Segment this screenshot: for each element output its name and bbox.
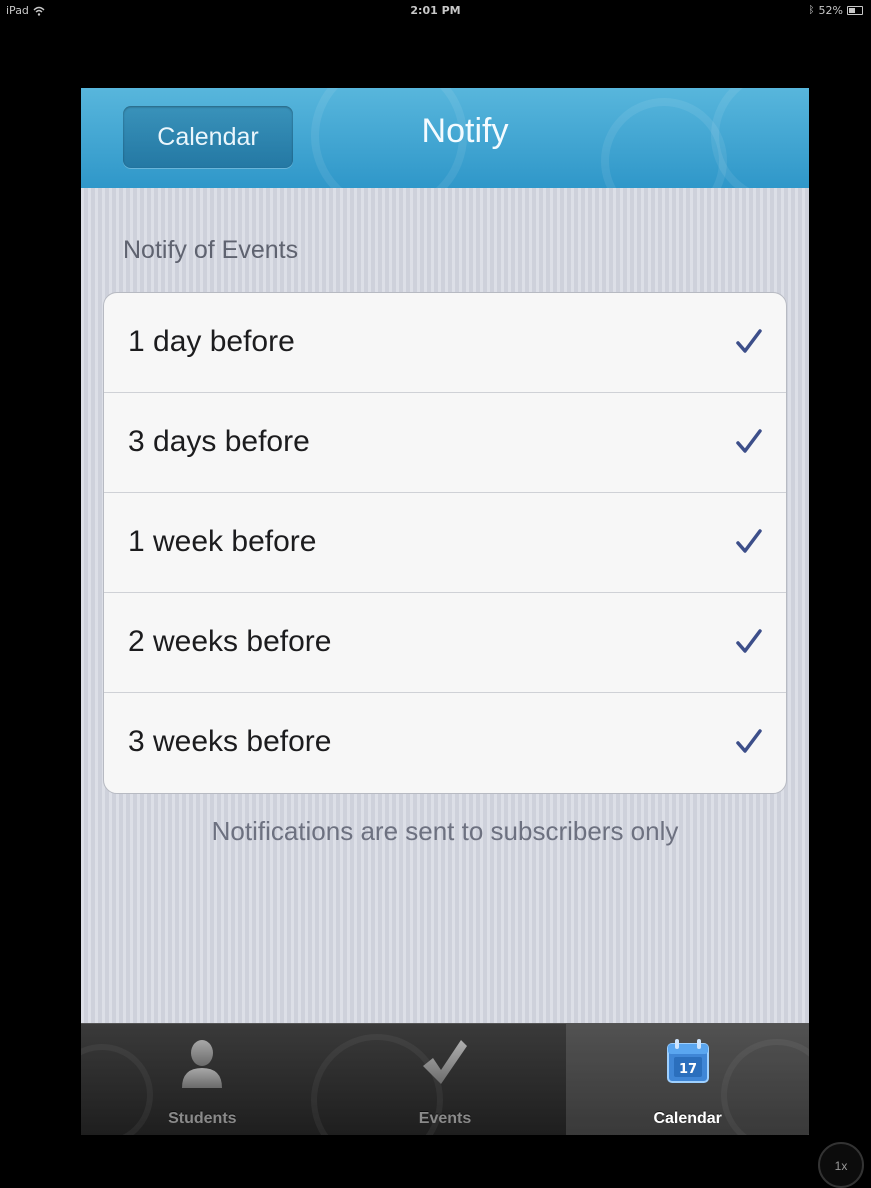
option-label: 1 week before xyxy=(128,525,317,558)
status-bar: iPad 2:01 PM ᛒ 52% xyxy=(0,0,871,22)
bluetooth-icon: ᛒ xyxy=(808,5,815,16)
person-icon xyxy=(182,1040,223,1088)
checkmark-icon xyxy=(736,529,762,553)
tab-label: Events xyxy=(418,1110,472,1127)
option-row-2-weeks[interactable]: 2 weeks before xyxy=(104,593,786,693)
option-row-3-weeks[interactable]: 3 weeks before xyxy=(104,693,786,793)
tab-bar: Students Events 17 Calendar xyxy=(81,1023,809,1135)
option-label: 2 weeks before xyxy=(128,625,332,658)
status-right: ᛒ 52% xyxy=(809,4,863,17)
tab-label: Calendar xyxy=(653,1110,722,1127)
tab-events[interactable]: Events xyxy=(324,1024,567,1135)
tab-students[interactable]: Students xyxy=(81,1024,324,1135)
calendar-icon: 17 xyxy=(666,1039,709,1083)
tab-label: Students xyxy=(168,1110,237,1127)
option-row-3-days[interactable]: 3 days before xyxy=(104,393,786,493)
option-label: 3 weeks before xyxy=(128,725,332,758)
section-header: Notify of Events xyxy=(123,236,299,264)
option-row-1-day[interactable]: 1 day before xyxy=(104,293,786,393)
page-title: Notify xyxy=(421,112,509,150)
navigation-bar: Calendar Notify xyxy=(81,88,809,188)
battery-icon xyxy=(847,6,863,15)
checkmark-icon xyxy=(736,629,762,653)
option-label: 3 days before xyxy=(128,425,310,458)
checkmark-icon xyxy=(736,429,762,453)
checkmark-icon xyxy=(736,729,762,753)
app-window: Calendar Notify Notify of Events 1 day b… xyxy=(81,88,809,1135)
tab-calendar[interactable]: 17 Calendar xyxy=(566,1024,809,1135)
footer-note: Notifications are sent to subscribers on… xyxy=(211,816,679,846)
option-row-1-week[interactable]: 1 week before xyxy=(104,493,786,593)
option-label: 1 day before xyxy=(128,325,295,358)
notify-options-list: 1 day before 3 days before 1 week before… xyxy=(103,292,787,794)
checkmark-icon xyxy=(736,329,762,353)
status-time: 2:01 PM xyxy=(410,4,461,17)
calendar-icon-day: 17 xyxy=(679,1062,697,1077)
battery-percent: 52% xyxy=(818,4,843,17)
checkmark-icon xyxy=(423,1040,467,1084)
zoom-badge[interactable]: 1x xyxy=(818,1142,864,1188)
